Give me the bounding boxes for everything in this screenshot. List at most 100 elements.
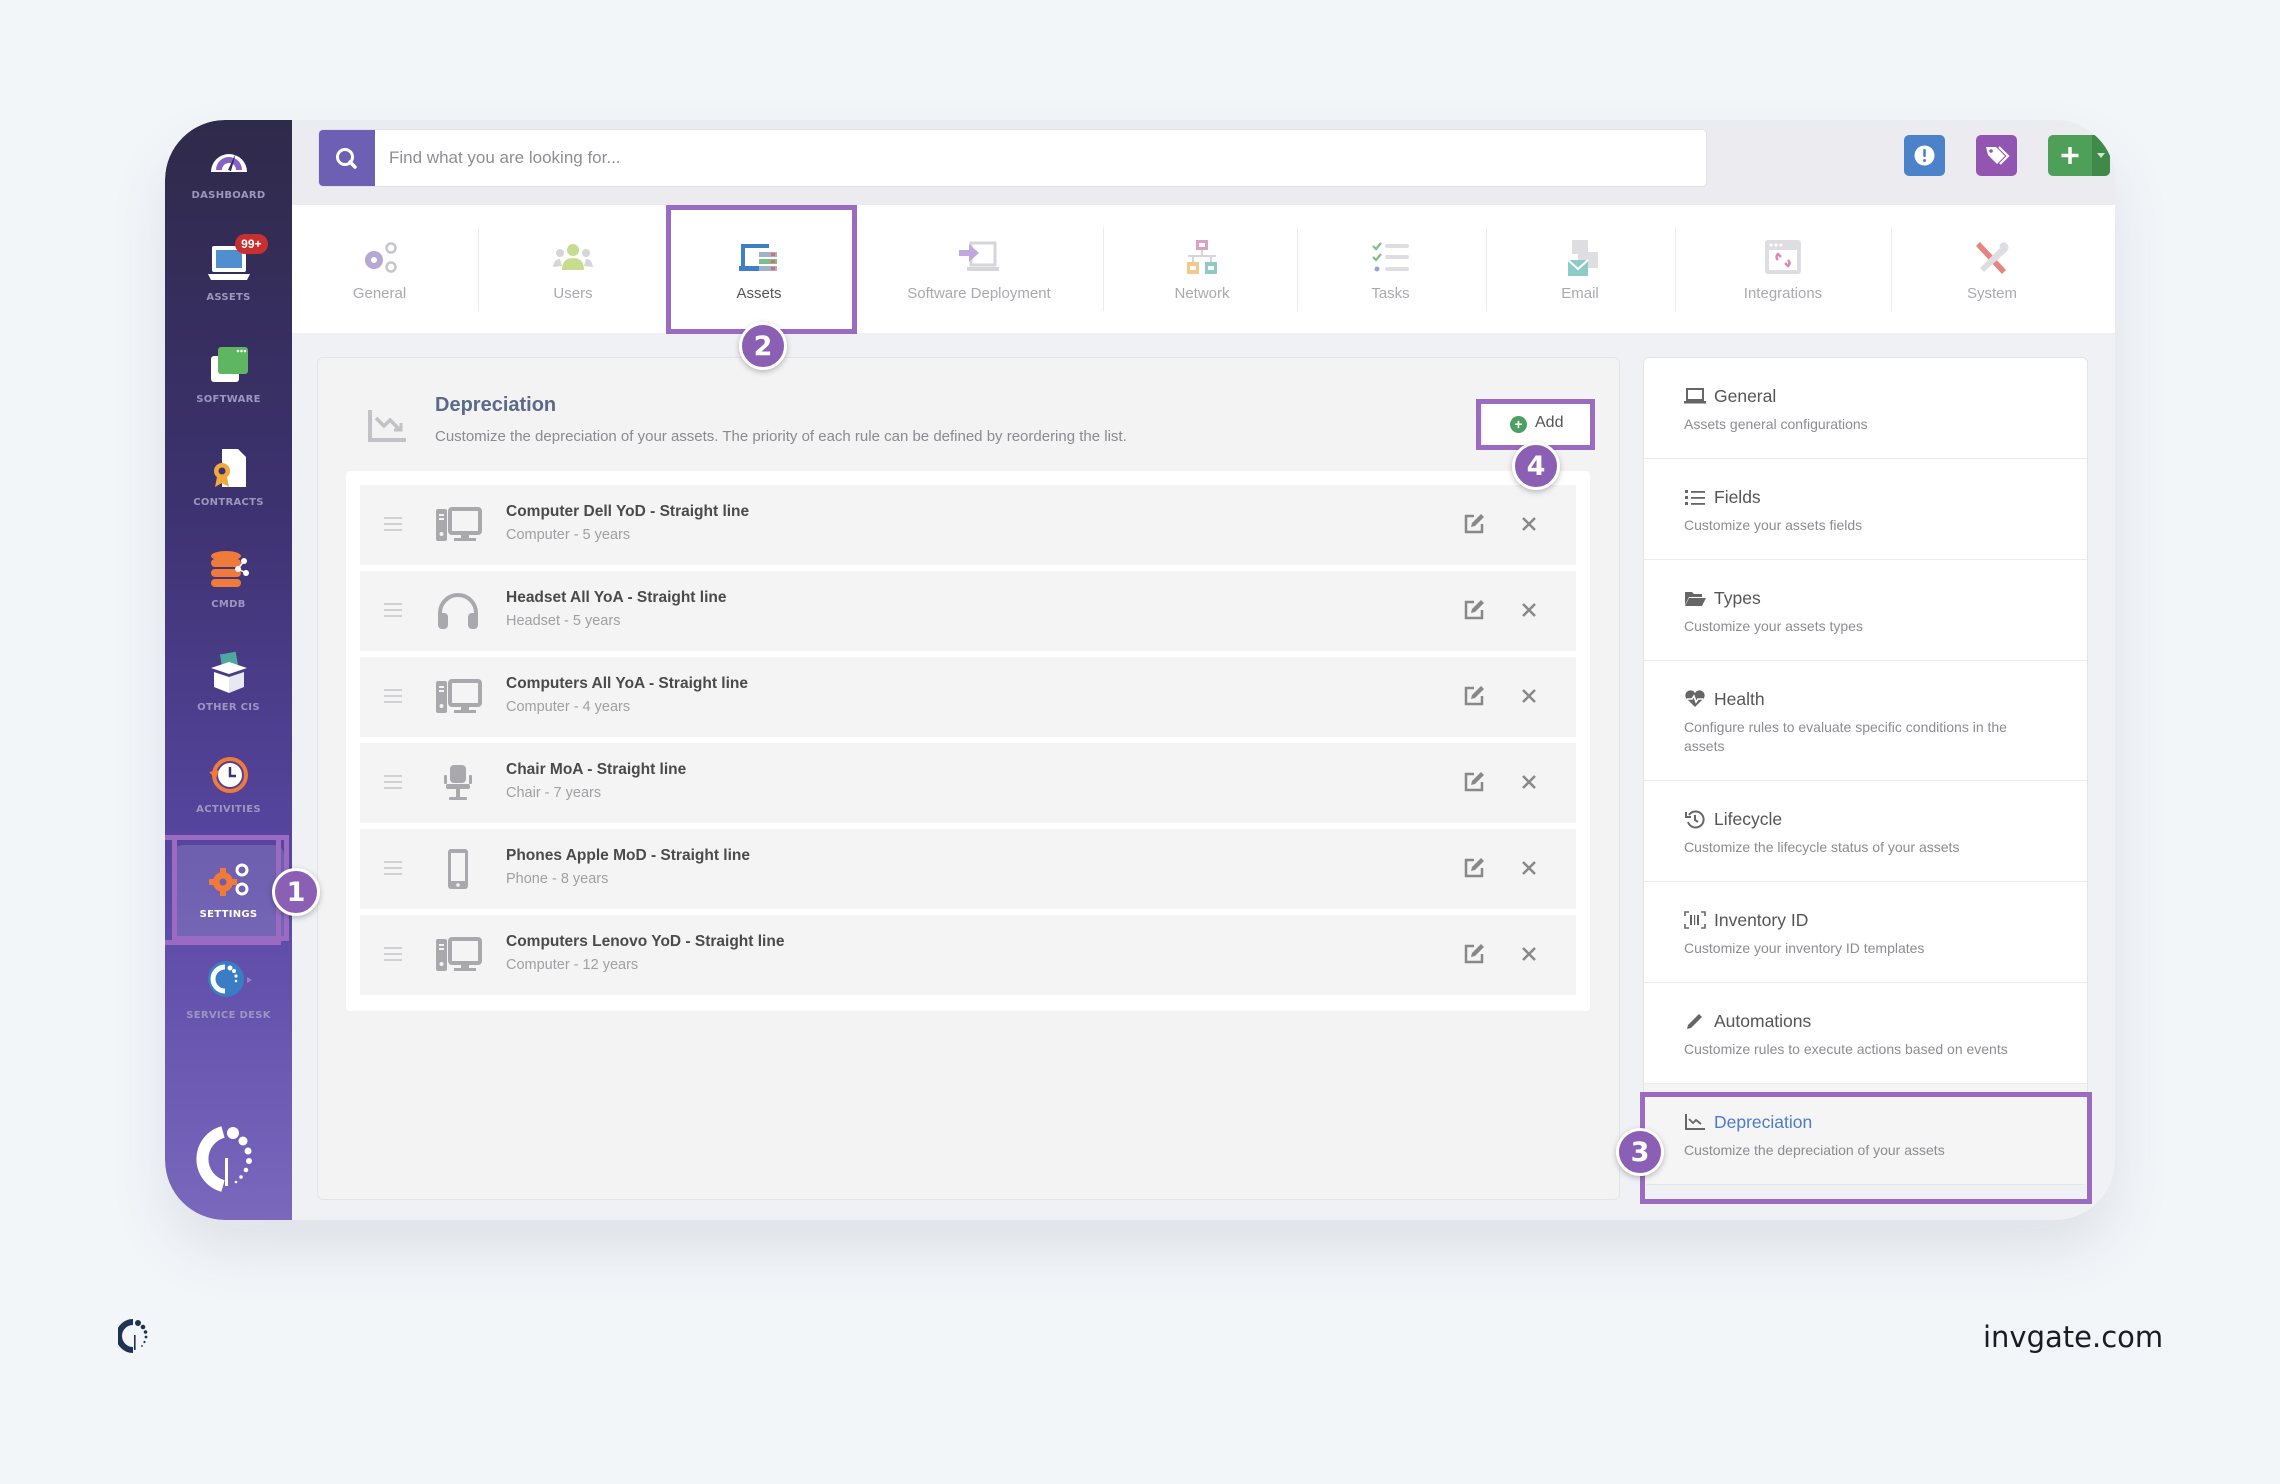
tab-email[interactable]: Email bbox=[1487, 205, 1673, 333]
edit-icon[interactable] bbox=[1462, 598, 1486, 622]
drag-handle-icon[interactable] bbox=[384, 947, 402, 961]
tab-label: System bbox=[1966, 285, 2017, 302]
rule-title: Phones Apple MoD - Straight line bbox=[506, 847, 750, 864]
depreciation-rule-row[interactable]: Computers All YoA - Straight line Compute… bbox=[360, 657, 1576, 737]
depreciation-rule-row[interactable]: Chair MoA - Straight line Chair - 7 years bbox=[360, 743, 1576, 823]
settings-menu-item-health[interactable]: Health Configure rules to evaluate specif… bbox=[1644, 661, 2087, 781]
depreciation-rule-row[interactable]: Computers Lenovo YoD - Straight line Comp… bbox=[360, 915, 1576, 995]
settings-menu-item-general[interactable]: General Assets general configurations bbox=[1644, 358, 2087, 459]
step-4-marker: 4 bbox=[1512, 442, 1560, 490]
barcode-icon bbox=[1684, 910, 1706, 930]
tags-icon bbox=[1986, 146, 2010, 165]
sidebar-item-software[interactable]: SOFTWARE bbox=[165, 342, 292, 405]
menu-item-title: Automations bbox=[1714, 1010, 1812, 1031]
tags-button[interactable] bbox=[1976, 135, 2017, 176]
delete-icon[interactable] bbox=[1518, 943, 1540, 965]
tab-integrations[interactable]: Integrations bbox=[1676, 205, 1890, 333]
edit-icon[interactable] bbox=[1462, 942, 1486, 966]
rule-subtitle: Phone - 8 years bbox=[506, 871, 609, 887]
history-clock-icon bbox=[206, 752, 252, 798]
tab-software-deployment[interactable]: Software Deployment bbox=[864, 205, 1094, 333]
tab-assets[interactable]: Assets bbox=[672, 205, 846, 333]
tab-tasks[interactable]: Tasks bbox=[1298, 205, 1483, 333]
drag-handle-icon[interactable] bbox=[384, 775, 402, 789]
sidebar-item-dashboard[interactable]: DASHBOARD bbox=[165, 138, 292, 201]
settings-menu-item-inventory-id[interactable]: Inventory ID Customize your inventory ID … bbox=[1644, 882, 2087, 983]
assets-icon bbox=[739, 244, 777, 271]
users-icon bbox=[553, 244, 593, 270]
open-box-icon bbox=[206, 650, 252, 696]
tab-general[interactable]: General bbox=[292, 205, 467, 333]
menu-item-description: Customize your assets types bbox=[1684, 618, 1863, 634]
tab-label: General bbox=[352, 285, 407, 302]
sidebar-item-activities[interactable]: ACTIVITIES bbox=[165, 752, 292, 815]
create-dropdown-toggle[interactable] bbox=[2092, 135, 2110, 176]
rule-subtitle: Headset - 5 years bbox=[506, 613, 621, 629]
delete-icon[interactable] bbox=[1518, 685, 1540, 707]
sidebar-item-service-desk[interactable]: SERVICE DESK bbox=[165, 958, 292, 1021]
sidebar-item-label: SERVICE DESK bbox=[186, 1010, 271, 1021]
menu-item-description: Customize the depreciation of your asset… bbox=[1684, 1142, 1945, 1158]
sidebar-item-settings[interactable]: SETTINGS bbox=[173, 845, 284, 945]
delete-icon[interactable] bbox=[1518, 771, 1540, 793]
assets-count-badge: 99+ bbox=[235, 234, 268, 254]
create-new-button[interactable] bbox=[2048, 135, 2110, 176]
settings-menu-item-lifecycle[interactable]: Lifecycle Customize the lifecycle status … bbox=[1644, 781, 2087, 882]
step-3-marker: 3 bbox=[1616, 1128, 1664, 1176]
rule-subtitle: Computer - 4 years bbox=[506, 699, 631, 715]
search-button[interactable] bbox=[319, 130, 375, 186]
alert-button[interactable] bbox=[1904, 135, 1945, 176]
tab-label: Integrations bbox=[1743, 285, 1823, 302]
search-input[interactable] bbox=[389, 130, 1689, 186]
network-icon bbox=[1187, 240, 1217, 274]
settings-menu-item-automations[interactable]: Automations Customize rules to execute ac… bbox=[1644, 983, 2087, 1084]
tab-system[interactable]: System bbox=[1892, 205, 2092, 333]
tab-users[interactable]: Users bbox=[488, 205, 658, 333]
list-icon bbox=[1684, 487, 1706, 507]
edit-icon[interactable] bbox=[1462, 684, 1486, 708]
tab-label: Users bbox=[553, 285, 593, 302]
settings-menu-item-depreciation[interactable]: Depreciation Customize the depreciation o… bbox=[1644, 1084, 2087, 1184]
edit-icon[interactable] bbox=[1462, 856, 1486, 880]
tab-label: Software Deployment bbox=[907, 285, 1051, 302]
drag-handle-icon[interactable] bbox=[384, 603, 402, 617]
delete-icon[interactable] bbox=[1518, 857, 1540, 879]
search-bar bbox=[318, 129, 1707, 187]
menu-item-title: Fields bbox=[1714, 486, 1761, 507]
drag-handle-icon[interactable] bbox=[384, 861, 402, 875]
drag-handle-icon[interactable] bbox=[384, 689, 402, 703]
delete-icon[interactable] bbox=[1518, 513, 1540, 535]
sidebar-item-cmdb[interactable]: CMDB bbox=[165, 547, 292, 610]
rule-subtitle: Computer - 5 years bbox=[506, 527, 631, 543]
drag-handle-icon[interactable] bbox=[384, 517, 402, 531]
settings-menu-item-types[interactable]: Types Customize your assets types bbox=[1644, 560, 2087, 661]
laptop-icon: 99+ bbox=[206, 234, 268, 286]
caret-down-icon bbox=[2097, 153, 2105, 158]
menu-item-description: Configure rules to evaluate specific con… bbox=[1684, 719, 2007, 754]
database-icon bbox=[206, 547, 252, 593]
plus-icon bbox=[2061, 147, 2079, 164]
folder-open-icon bbox=[1684, 588, 1706, 608]
sidebar-item-contracts[interactable]: CONTRACTS bbox=[165, 445, 292, 508]
sidebar-item-other-cis[interactable]: OTHER CIS bbox=[165, 650, 292, 713]
depreciation-rule-row[interactable]: Computer Dell YoD - Straight line Compute… bbox=[360, 485, 1576, 565]
tasks-icon bbox=[1371, 242, 1409, 272]
depreciation-rule-row[interactable]: Phones Apple MoD - Straight line Phone - … bbox=[360, 829, 1576, 909]
sidebar-item-label: OTHER CIS bbox=[197, 702, 260, 713]
tab-divider bbox=[478, 227, 479, 311]
menu-item-title: Lifecycle bbox=[1714, 808, 1783, 829]
menu-item-description: Customize your inventory ID templates bbox=[1684, 940, 1925, 956]
edit-icon[interactable] bbox=[1462, 512, 1486, 536]
sidebar-item-assets[interactable]: 99+ ASSETS bbox=[165, 234, 292, 303]
tab-network[interactable]: Network bbox=[1107, 205, 1297, 333]
sidebar-item-label: SOFTWARE bbox=[196, 394, 261, 405]
delete-icon[interactable] bbox=[1518, 599, 1540, 621]
tools-icon bbox=[1976, 242, 2009, 274]
edit-icon[interactable] bbox=[1462, 770, 1486, 794]
chair-icon bbox=[434, 763, 482, 803]
depreciation-rule-row[interactable]: Headset All YoA - Straight line Headset -… bbox=[360, 571, 1576, 651]
tab-divider bbox=[1103, 227, 1104, 311]
add-rule-button[interactable]: + Add bbox=[1483, 403, 1593, 445]
settings-menu-item-fields[interactable]: Fields Customize your assets fields bbox=[1644, 459, 2087, 560]
menu-item-description: Assets general configurations bbox=[1684, 416, 1868, 432]
